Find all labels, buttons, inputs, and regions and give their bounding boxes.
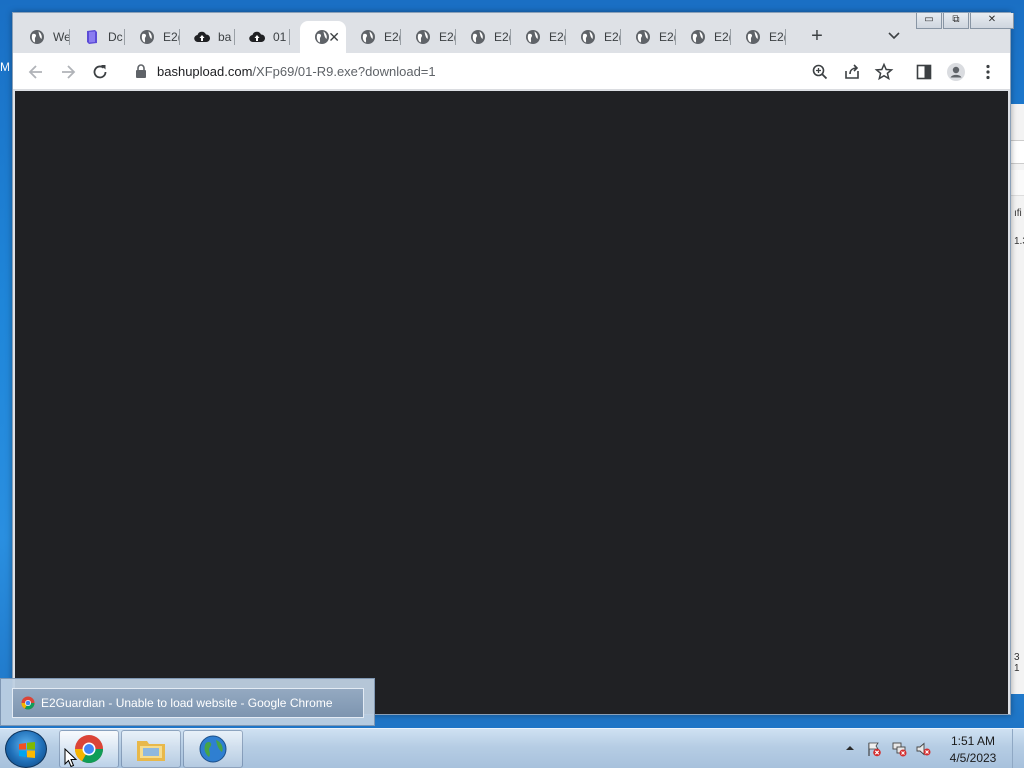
tab-title: E2(	[714, 30, 731, 44]
system-clock[interactable]: 1:51 AM 4/5/2023	[940, 733, 1006, 767]
tab-title: ba	[218, 30, 232, 44]
page-content[interactable]	[15, 91, 1008, 714]
tab-title: E2(	[384, 30, 401, 44]
show-hidden-icons-icon[interactable]	[845, 743, 855, 753]
tab-strip: We Dc E2( ba 01 ✕ E2( E2( E2( E2( E2( E2( E2( E2( + ▭…	[13, 13, 1014, 53]
back-arrow-icon[interactable]	[26, 62, 46, 82]
show-desktop-button[interactable]	[1012, 729, 1024, 768]
tab[interactable]: E2(	[566, 21, 621, 53]
globe-icon	[360, 29, 376, 45]
url-host: bashupload.com	[157, 64, 253, 79]
bookmark-star-icon[interactable]	[874, 62, 894, 82]
action-center-flag-icon[interactable]	[866, 741, 882, 757]
menu-kebab-icon[interactable]	[978, 62, 998, 82]
taskbar-ie-button[interactable]	[183, 730, 243, 768]
new-tab-button[interactable]: +	[807, 26, 827, 47]
close-tab-icon[interactable]: ✕	[328, 29, 340, 46]
tab[interactable]: ba	[180, 21, 235, 53]
tab-active[interactable]: ✕	[300, 21, 346, 53]
url-path: /XFp69/01-R9.exe?download=1	[252, 64, 436, 79]
tab[interactable]: E2(	[346, 21, 401, 53]
chrome-icon	[75, 735, 103, 763]
close-window-button[interactable]: ✕	[970, 13, 1014, 29]
tab-title: We	[53, 30, 70, 44]
folder-icon	[137, 741, 165, 761]
globe-icon	[635, 29, 651, 45]
zoom-icon[interactable]	[810, 62, 830, 82]
cloud-upload-icon	[194, 29, 210, 45]
windows-logo-icon	[19, 742, 35, 758]
background-window-text: 3 1	[1014, 652, 1020, 674]
chrome-small-icon	[21, 696, 35, 710]
tab-title: E2(	[659, 30, 676, 44]
document-icon	[84, 29, 100, 45]
globe-icon	[29, 29, 45, 45]
chrome-window: We Dc E2( ba 01 ✕ E2( E2( E2( E2( E2( E2( E2( E2( + ▭…	[12, 12, 1014, 715]
tab[interactable]: E2(	[511, 21, 566, 53]
tab-title: E2(	[439, 30, 456, 44]
mouse-cursor-icon	[64, 748, 78, 768]
tab-title: E2(	[769, 30, 786, 44]
globe-icon	[415, 29, 431, 45]
tab[interactable]: E2(	[401, 21, 456, 53]
globe-icon	[745, 29, 761, 45]
taskbar: 1:51 AM 4/5/2023	[0, 728, 1024, 768]
thumbnail-title: E2Guardian - Unable to load website - Go…	[41, 696, 333, 710]
clock-time: 1:51 AM	[950, 734, 996, 748]
tab[interactable]: We	[15, 21, 70, 53]
share-icon[interactable]	[842, 62, 862, 82]
start-button[interactable]	[5, 730, 47, 768]
browser-toolbar: bashupload.com/XFp69/01-R9.exe?download=…	[13, 53, 1010, 90]
address-text[interactable]: bashupload.com/XFp69/01-R9.exe?download=…	[157, 64, 436, 79]
globe-network-icon	[199, 735, 227, 763]
cloud-upload-icon	[249, 29, 265, 45]
tab[interactable]: Dc	[70, 21, 125, 53]
clock-date: 4/5/2023	[949, 751, 997, 765]
background-window-text: 1.3	[1014, 236, 1024, 247]
taskbar-explorer-button[interactable]	[121, 730, 181, 768]
tab-title: Dc	[108, 30, 123, 44]
profile-avatar-icon[interactable]	[946, 62, 966, 82]
window-controls: ▭ ⧉ ✕	[916, 13, 1015, 29]
background-window-edge: ıfi 1.3 3 1	[1010, 104, 1024, 694]
restore-button[interactable]: ⧉	[943, 13, 969, 29]
volume-muted-icon[interactable]	[915, 741, 931, 757]
tab[interactable]: E2(	[621, 21, 676, 53]
forward-arrow-icon[interactable]	[58, 62, 78, 82]
tab[interactable]: 01	[235, 21, 290, 53]
tab-title: E2(	[604, 30, 621, 44]
globe-icon	[580, 29, 596, 45]
globe-icon	[525, 29, 541, 45]
tab-title: E2(	[163, 30, 180, 44]
lock-icon[interactable]	[134, 63, 148, 79]
background-window-strip	[1011, 170, 1024, 196]
tab[interactable]: E2(	[731, 21, 786, 53]
background-window-text: ıfi	[1014, 208, 1022, 219]
tab[interactable]: E2(	[676, 21, 731, 53]
tab[interactable]: E2(	[125, 21, 180, 53]
globe-icon	[690, 29, 706, 45]
globe-icon	[139, 29, 155, 45]
tab-search-icon[interactable]	[887, 29, 901, 43]
side-panel-icon[interactable]	[914, 62, 934, 82]
taskbar-thumbnail-popup: E2Guardian - Unable to load website - Go…	[0, 678, 375, 726]
desktop-fragment-text: M	[0, 60, 10, 74]
tab-title: E2(	[549, 30, 566, 44]
tab-title: E2(	[494, 30, 511, 44]
thumbnail-window-item[interactable]: E2Guardian - Unable to load website - Go…	[12, 688, 364, 718]
reload-icon[interactable]	[90, 62, 110, 82]
background-window-dropdown	[1011, 140, 1024, 164]
network-disconnected-icon[interactable]	[891, 741, 907, 757]
tab-title: 01	[273, 30, 287, 44]
minimize-button[interactable]: ▭	[916, 13, 942, 29]
tab[interactable]: E2(	[456, 21, 511, 53]
globe-icon	[470, 29, 486, 45]
